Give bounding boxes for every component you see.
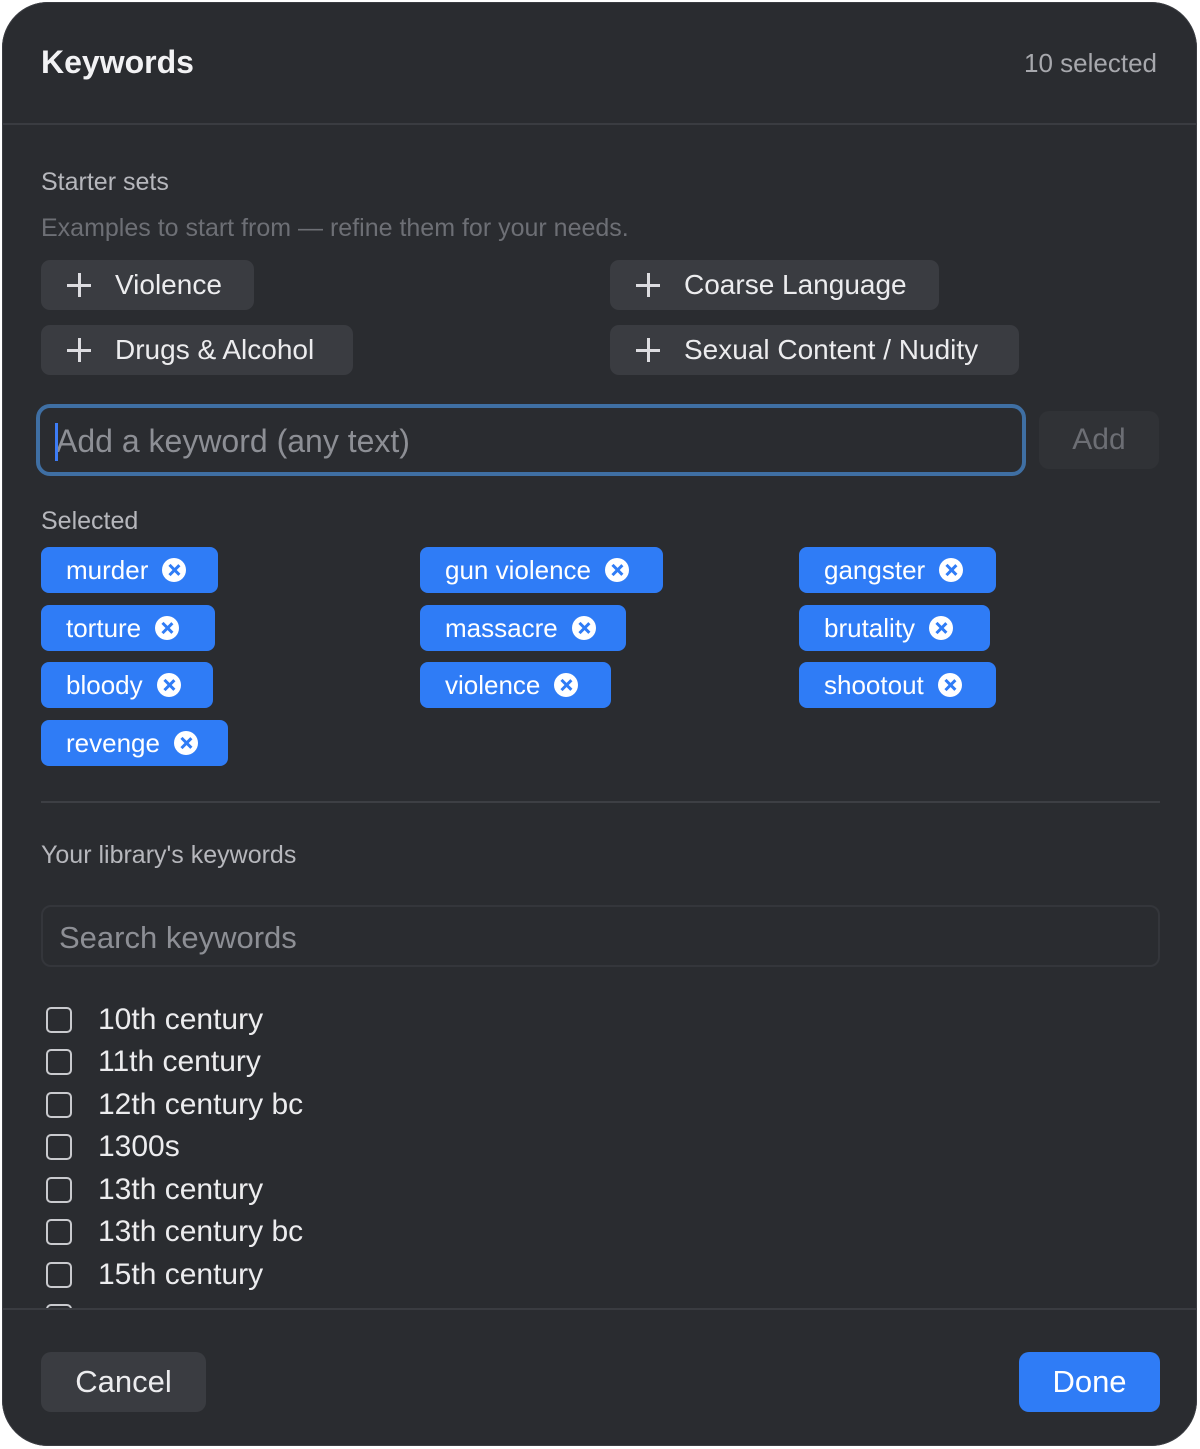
chip-gun-violence: gun violence [420,547,663,593]
remove-chip-icon[interactable] [571,616,596,640]
list-item-label: 13th century bc [98,1215,304,1248]
starter-label: Sexual Content / Nudity [684,334,979,365]
library-keyword-list[interactable]: 10th century 11th century 12th century b… [2,999,1197,1308]
remove-chip-icon[interactable] [937,673,962,697]
starter-violence-button[interactable]: Violence [41,260,254,310]
list-item-label: 10th century [98,1003,264,1036]
chip-label: revenge [66,727,160,758]
search-keywords-input[interactable] [57,915,1141,961]
checkbox[interactable] [46,1049,72,1075]
list-item-label: 12th century bc [98,1088,304,1121]
list-item-label: 13th century [98,1173,264,1206]
remove-chip-icon[interactable] [173,731,198,755]
dialog-footer: Cancel Done [2,1308,1197,1446]
checkbox[interactable] [46,1134,72,1160]
keywords-dialog: Keywords 10 selected Starter sets Exampl… [2,2,1197,1446]
list-item-partial[interactable] [46,1296,98,1308]
keyword-input-wrapper [36,404,1026,476]
list-item[interactable]: 13th century bc [46,1211,303,1253]
list-item[interactable]: 12th century bc [46,1084,303,1126]
text-caret [55,423,58,461]
remove-chip-icon[interactable] [162,558,187,582]
plus-icon [636,338,660,362]
remove-chip-icon[interactable] [929,616,954,640]
starter-sexual-content-button[interactable]: Sexual Content / Nudity [610,325,1019,375]
chip-shootout: shootout [799,662,996,708]
chip-bloody: bloody [41,662,213,708]
chip-label: bloody [66,669,143,700]
list-item[interactable]: 1300s [46,1126,180,1168]
plus-icon [67,273,91,297]
chip-violence: violence [420,662,611,708]
remove-chip-icon[interactable] [156,673,181,697]
dialog-header: Keywords 10 selected [2,2,1197,125]
chip-label: murder [66,554,149,585]
library-keywords-label: Your library's keywords [41,841,297,869]
list-item-label: 15th century [98,1258,264,1291]
chip-revenge: revenge [41,720,228,766]
list-item-label: 1300s [98,1130,180,1163]
keyword-input[interactable] [54,416,998,466]
selected-count: 10 selected [1024,48,1157,78]
dialog-title: Keywords [41,44,194,80]
chip-torture: torture [41,605,215,651]
list-item[interactable]: 13th century [46,1169,263,1211]
selected-label: Selected [41,507,139,535]
list-item[interactable]: 11th century [46,1041,261,1083]
chip-label: gangster [824,554,926,585]
starter-sets-hint: Examples to start from — refine them for… [41,214,629,242]
remove-chip-icon[interactable] [554,673,579,697]
section-divider [41,801,1160,803]
chip-gangster: gangster [799,547,996,593]
chip-label: shootout [824,669,924,700]
starter-label: Drugs & Alcohol [115,334,315,365]
search-keywords-wrapper [41,905,1160,967]
done-button[interactable]: Done [1019,1352,1160,1412]
plus-icon [67,338,91,362]
plus-icon [636,273,660,297]
remove-chip-icon[interactable] [939,558,964,582]
chip-brutality: brutality [799,605,990,651]
starter-coarse-language-button[interactable]: Coarse Language [610,260,939,310]
chip-label: massacre [445,612,558,643]
starter-label: Coarse Language [684,269,907,300]
remove-chip-icon[interactable] [155,616,180,640]
checkbox[interactable] [46,1219,72,1245]
checkbox[interactable] [46,1092,72,1118]
chip-label: torture [66,612,142,643]
list-item[interactable]: 15th century [46,1254,263,1296]
starter-label: Violence [115,269,222,300]
chip-murder: murder [41,547,218,593]
starter-drugs-alcohol-button[interactable]: Drugs & Alcohol [41,325,353,375]
cancel-button[interactable]: Cancel [41,1352,206,1412]
starter-sets-label: Starter sets [41,168,169,196]
list-item[interactable]: 10th century [46,999,263,1041]
chip-label: brutality [824,612,916,643]
chip-label: gun violence [445,554,591,585]
checkbox[interactable] [46,1262,72,1288]
chip-label: violence [445,669,541,700]
chip-massacre: massacre [420,605,626,651]
checkbox[interactable] [46,1177,72,1203]
add-keyword-button[interactable]: Add [1039,411,1159,469]
checkbox[interactable] [46,1007,72,1033]
remove-chip-icon[interactable] [605,558,629,582]
list-item-label: 11th century [98,1045,261,1078]
